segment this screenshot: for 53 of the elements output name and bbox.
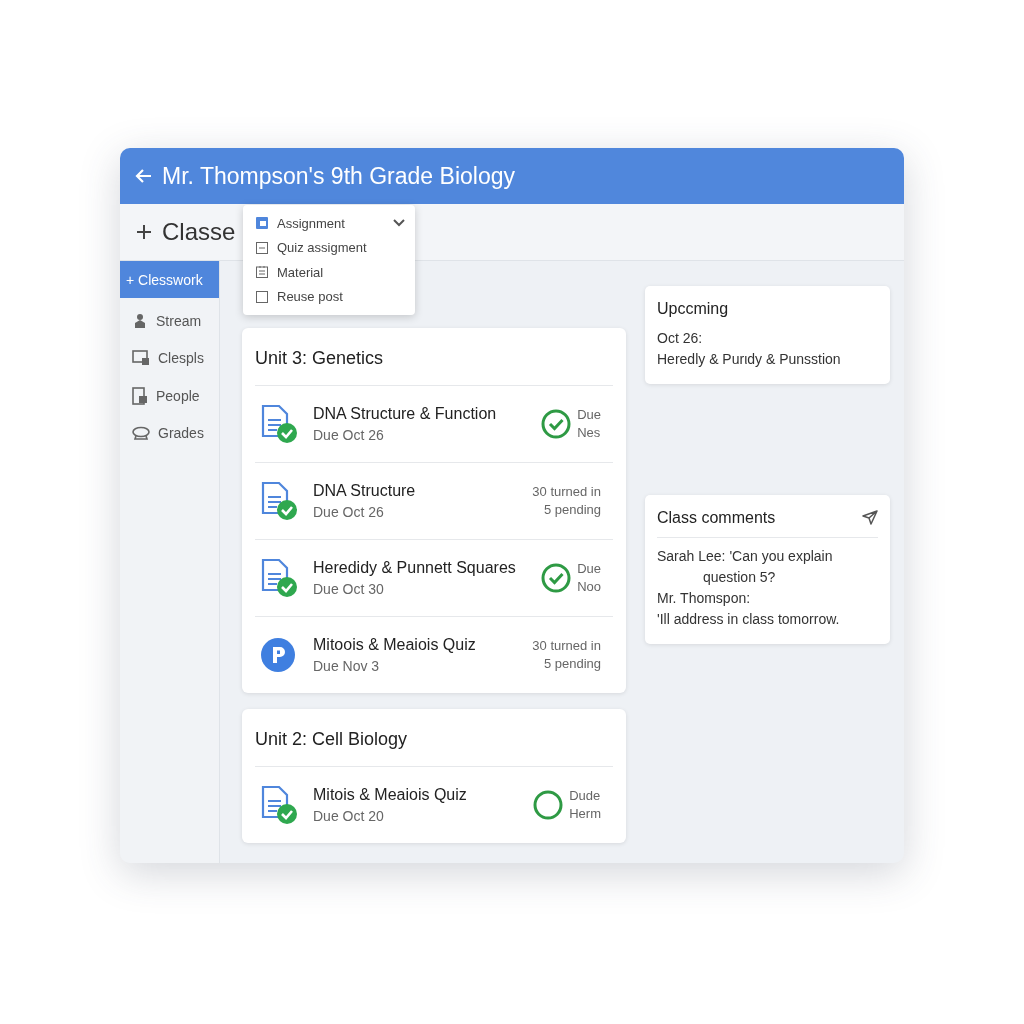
sidebar-item[interactable]: People	[120, 377, 219, 415]
check-circle-icon	[541, 563, 572, 593]
menu-item[interactable]: Assignment	[243, 211, 415, 236]
sidebar-item[interactable]: Grades	[120, 414, 219, 452]
window-title: Mr. Thompson's 9th Grade Biology	[162, 162, 515, 190]
status-text: 30 turned in 5 pending	[532, 483, 601, 519]
comment-text: Mr. Thomspon:	[657, 589, 752, 608]
upcoming-item[interactable]: Heredly & Purιdy & Punsstion	[657, 349, 878, 370]
unit-title: Unit 3: Genetics	[255, 328, 613, 386]
unit-title: Unit 2: Cell Biology	[255, 709, 613, 767]
document-check-icon	[261, 785, 299, 825]
comment-text: 'Ill address in class tomorrow.	[657, 610, 841, 629]
send-icon[interactable]	[862, 510, 878, 526]
assignment-title[interactable]: Heredidy & Punnett Squares	[313, 559, 528, 577]
check-circle-icon	[541, 409, 572, 439]
due-date: Due Oct 26	[313, 504, 385, 520]
assignment-icon	[255, 216, 269, 231]
person-icon	[132, 312, 148, 329]
quiz-icon	[255, 240, 269, 255]
comment-text: Sarah Lee: 'Can you explain	[657, 547, 834, 566]
card-title: Upccming	[657, 300, 729, 318]
sidebar-item[interactable]: Stream	[120, 302, 219, 340]
sidebar-item[interactable]: + Clesswork	[120, 261, 219, 298]
due-date: Due Oct 20	[313, 808, 385, 824]
status-text: Due Noo	[577, 560, 601, 596]
document-check-icon	[261, 404, 299, 444]
assignment-title[interactable]: DNA Structure & Function	[313, 405, 528, 423]
due-date: Due Oct 30	[313, 581, 385, 597]
assignment-title[interactable]: DNA Structure	[313, 482, 519, 500]
screen-icon	[132, 350, 150, 367]
status-text: Dude Herm	[569, 787, 601, 823]
assignment-title[interactable]: Mitoois & Meaiois Quiz	[313, 636, 519, 654]
document-check-icon	[261, 558, 299, 598]
assignment-title[interactable]: Mitois & Meaiois Quiz	[313, 786, 520, 804]
card-title: Class comments	[657, 509, 776, 527]
square-icon	[255, 289, 269, 304]
create-label[interactable]: Classe	[162, 218, 236, 246]
due-date: Due Nov 3	[313, 658, 381, 674]
ring-icon	[533, 790, 564, 820]
chevron-down-icon[interactable]	[393, 219, 405, 228]
due-date: Due Oct 26	[313, 427, 385, 443]
menu-item[interactable]: Reuse post	[243, 284, 415, 309]
comment-text: question 5?	[702, 568, 777, 587]
material-icon	[255, 265, 269, 280]
menu-item[interactable]: Material	[243, 260, 415, 285]
back-arrow-icon[interactable]	[134, 168, 152, 184]
plus-icon[interactable]	[136, 224, 152, 240]
document-check-icon	[261, 481, 299, 521]
menu-item[interactable]: Quiz assigment	[243, 235, 415, 260]
status-text: Due Nes	[577, 406, 601, 442]
sidebar-item[interactable]: Clespls	[120, 339, 219, 377]
upcoming-date: Oct 26:	[657, 329, 704, 348]
status-text: 30 turned in 5 pending	[532, 637, 601, 673]
